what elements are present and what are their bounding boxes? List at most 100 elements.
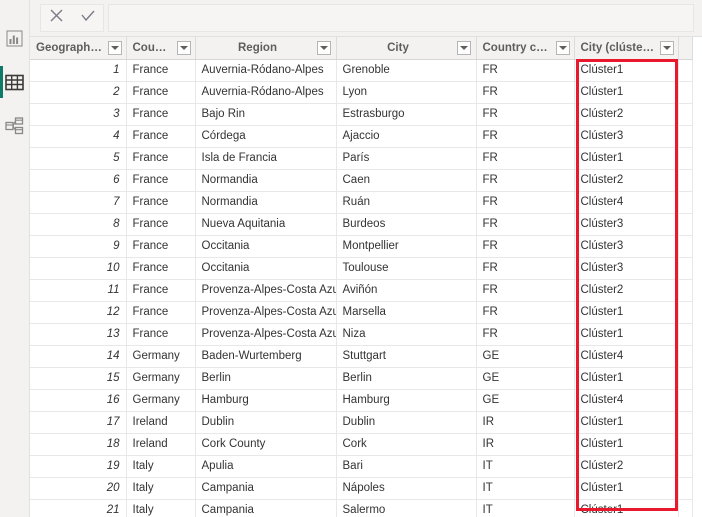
cell-region[interactable]: Isla de Francia <box>195 148 336 170</box>
cell-country[interactable]: France <box>126 60 195 82</box>
table-row[interactable]: 8FranceNueva AquitaniaBurdeosFRClúster3 <box>30 214 692 236</box>
table-row[interactable]: 18IrelandCork CountyCorkIRClúster1 <box>30 434 692 456</box>
cell-city[interactable]: Montpellier <box>336 236 476 258</box>
cell-geography_id[interactable]: 11 <box>30 280 126 302</box>
cell-city[interactable]: Toulouse <box>336 258 476 280</box>
cell-geography_id[interactable]: 12 <box>30 302 126 324</box>
cell-country_code[interactable]: FR <box>476 126 574 148</box>
table-row[interactable]: 3FranceBajo RinEstrasburgoFRClúster2 <box>30 104 692 126</box>
cell-region[interactable]: Córdega <box>195 126 336 148</box>
sidebar-item-report[interactable] <box>0 20 30 56</box>
cell-city_clusters[interactable]: Clúster3 <box>574 126 678 148</box>
table-row[interactable]: 15GermanyBerlinBerlinGEClúster1 <box>30 368 692 390</box>
cell-geography_id[interactable]: 17 <box>30 412 126 434</box>
table-row[interactable]: 13FranceProvenza-Alpes-Costa AzulNizaFRC… <box>30 324 692 346</box>
cell-city[interactable]: Caen <box>336 170 476 192</box>
cell-region[interactable]: Campania <box>195 500 336 517</box>
column-header-city-clusters[interactable]: City (clústeres) <box>574 37 678 60</box>
cell-geography_id[interactable]: 21 <box>30 500 126 517</box>
cell-city_clusters[interactable]: Clúster2 <box>574 280 678 302</box>
data-grid-container[interactable]: Geography Id Country R <box>30 36 702 517</box>
cell-city_clusters[interactable]: Clúster4 <box>574 346 678 368</box>
cell-city_clusters[interactable]: Clúster1 <box>574 324 678 346</box>
cell-region[interactable]: Normandia <box>195 192 336 214</box>
table-row[interactable]: 6FranceNormandiaCaenFRClúster2 <box>30 170 692 192</box>
cell-region[interactable]: Provenza-Alpes-Costa Azul <box>195 280 336 302</box>
cell-region[interactable]: Auvernia-Ródano-Alpes <box>195 82 336 104</box>
cell-city_clusters[interactable]: Clúster3 <box>574 236 678 258</box>
cell-city[interactable]: Cork <box>336 434 476 456</box>
cell-geography_id[interactable]: 3 <box>30 104 126 126</box>
cell-city_clusters[interactable]: Clúster3 <box>574 258 678 280</box>
cell-geography_id[interactable]: 10 <box>30 258 126 280</box>
cell-city_clusters[interactable]: Clúster1 <box>574 434 678 456</box>
cell-region[interactable]: Bajo Rin <box>195 104 336 126</box>
sidebar-item-model[interactable] <box>0 108 30 144</box>
cell-country[interactable]: France <box>126 82 195 104</box>
cell-city_clusters[interactable]: Clúster2 <box>574 104 678 126</box>
cell-city_clusters[interactable]: Clúster4 <box>574 192 678 214</box>
cell-country[interactable]: France <box>126 258 195 280</box>
cell-country[interactable]: France <box>126 214 195 236</box>
confirm-edit-button[interactable] <box>72 5 103 31</box>
cell-geography_id[interactable]: 1 <box>30 60 126 82</box>
cell-geography_id[interactable]: 14 <box>30 346 126 368</box>
cell-country[interactable]: Germany <box>126 368 195 390</box>
cell-city[interactable]: Berlin <box>336 368 476 390</box>
cell-country_code[interactable]: IT <box>476 456 574 478</box>
cell-country_code[interactable]: IT <box>476 478 574 500</box>
cell-city[interactable]: Niza <box>336 324 476 346</box>
cell-country[interactable]: Italy <box>126 478 195 500</box>
cell-country[interactable]: France <box>126 170 195 192</box>
cell-geography_id[interactable]: 13 <box>30 324 126 346</box>
cell-city[interactable]: Hamburg <box>336 390 476 412</box>
cell-city_clusters[interactable]: Clúster1 <box>574 368 678 390</box>
cell-region[interactable]: Provenza-Alpes-Costa Azul <box>195 324 336 346</box>
cell-country[interactable]: Ireland <box>126 434 195 456</box>
table-row[interactable]: 9FranceOccitaniaMontpellierFRClúster3 <box>30 236 692 258</box>
cell-country[interactable]: Italy <box>126 500 195 517</box>
cell-country_code[interactable]: FR <box>476 170 574 192</box>
cell-city_clusters[interactable]: Clúster1 <box>574 412 678 434</box>
column-header-city[interactable]: City <box>336 37 476 60</box>
cell-country[interactable]: France <box>126 236 195 258</box>
cell-country_code[interactable]: IR <box>476 434 574 456</box>
table-row[interactable]: 20ItalyCampaniaNápolesITClúster1 <box>30 478 692 500</box>
cell-country[interactable]: France <box>126 324 195 346</box>
cell-city[interactable]: Marsella <box>336 302 476 324</box>
table-row[interactable]: 19ItalyApuliaBariITClúster2 <box>30 456 692 478</box>
cell-region[interactable]: Occitania <box>195 258 336 280</box>
cell-region[interactable]: Cork County <box>195 434 336 456</box>
cell-country[interactable]: Germany <box>126 390 195 412</box>
table-row[interactable]: 14GermanyBaden-WurtembergStuttgartGEClús… <box>30 346 692 368</box>
cell-country_code[interactable]: IR <box>476 412 574 434</box>
cell-city_clusters[interactable]: Clúster3 <box>574 214 678 236</box>
cell-region[interactable]: Baden-Wurtemberg <box>195 346 336 368</box>
table-row[interactable]: 4FranceCórdegaAjaccioFRClúster3 <box>30 126 692 148</box>
cell-city[interactable]: París <box>336 148 476 170</box>
cell-country_code[interactable]: GE <box>476 368 574 390</box>
cell-country_code[interactable]: GE <box>476 346 574 368</box>
cell-country[interactable]: France <box>126 302 195 324</box>
cell-geography_id[interactable]: 7 <box>30 192 126 214</box>
cell-city_clusters[interactable]: Clúster1 <box>574 82 678 104</box>
cell-region[interactable]: Dublin <box>195 412 336 434</box>
cell-geography_id[interactable]: 4 <box>30 126 126 148</box>
table-row[interactable]: 10FranceOccitaniaToulouseFRClúster3 <box>30 258 692 280</box>
filter-dropdown-city[interactable] <box>457 41 471 55</box>
filter-dropdown-country[interactable] <box>177 41 191 55</box>
column-header-geography-id[interactable]: Geography Id <box>30 37 126 60</box>
table-row[interactable]: 16GermanyHamburgHamburgGEClúster4 <box>30 390 692 412</box>
cell-geography_id[interactable]: 5 <box>30 148 126 170</box>
cell-city_clusters[interactable]: Clúster4 <box>574 390 678 412</box>
cell-city[interactable]: Dublin <box>336 412 476 434</box>
cell-region[interactable]: Hamburg <box>195 390 336 412</box>
cell-geography_id[interactable]: 18 <box>30 434 126 456</box>
column-header-region[interactable]: Region <box>195 37 336 60</box>
cell-city[interactable]: Ajaccio <box>336 126 476 148</box>
cell-city_clusters[interactable]: Clúster1 <box>574 302 678 324</box>
cell-country[interactable]: France <box>126 126 195 148</box>
cancel-edit-button[interactable] <box>41 5 72 31</box>
cell-geography_id[interactable]: 6 <box>30 170 126 192</box>
cell-region[interactable]: Auvernia-Ródano-Alpes <box>195 60 336 82</box>
